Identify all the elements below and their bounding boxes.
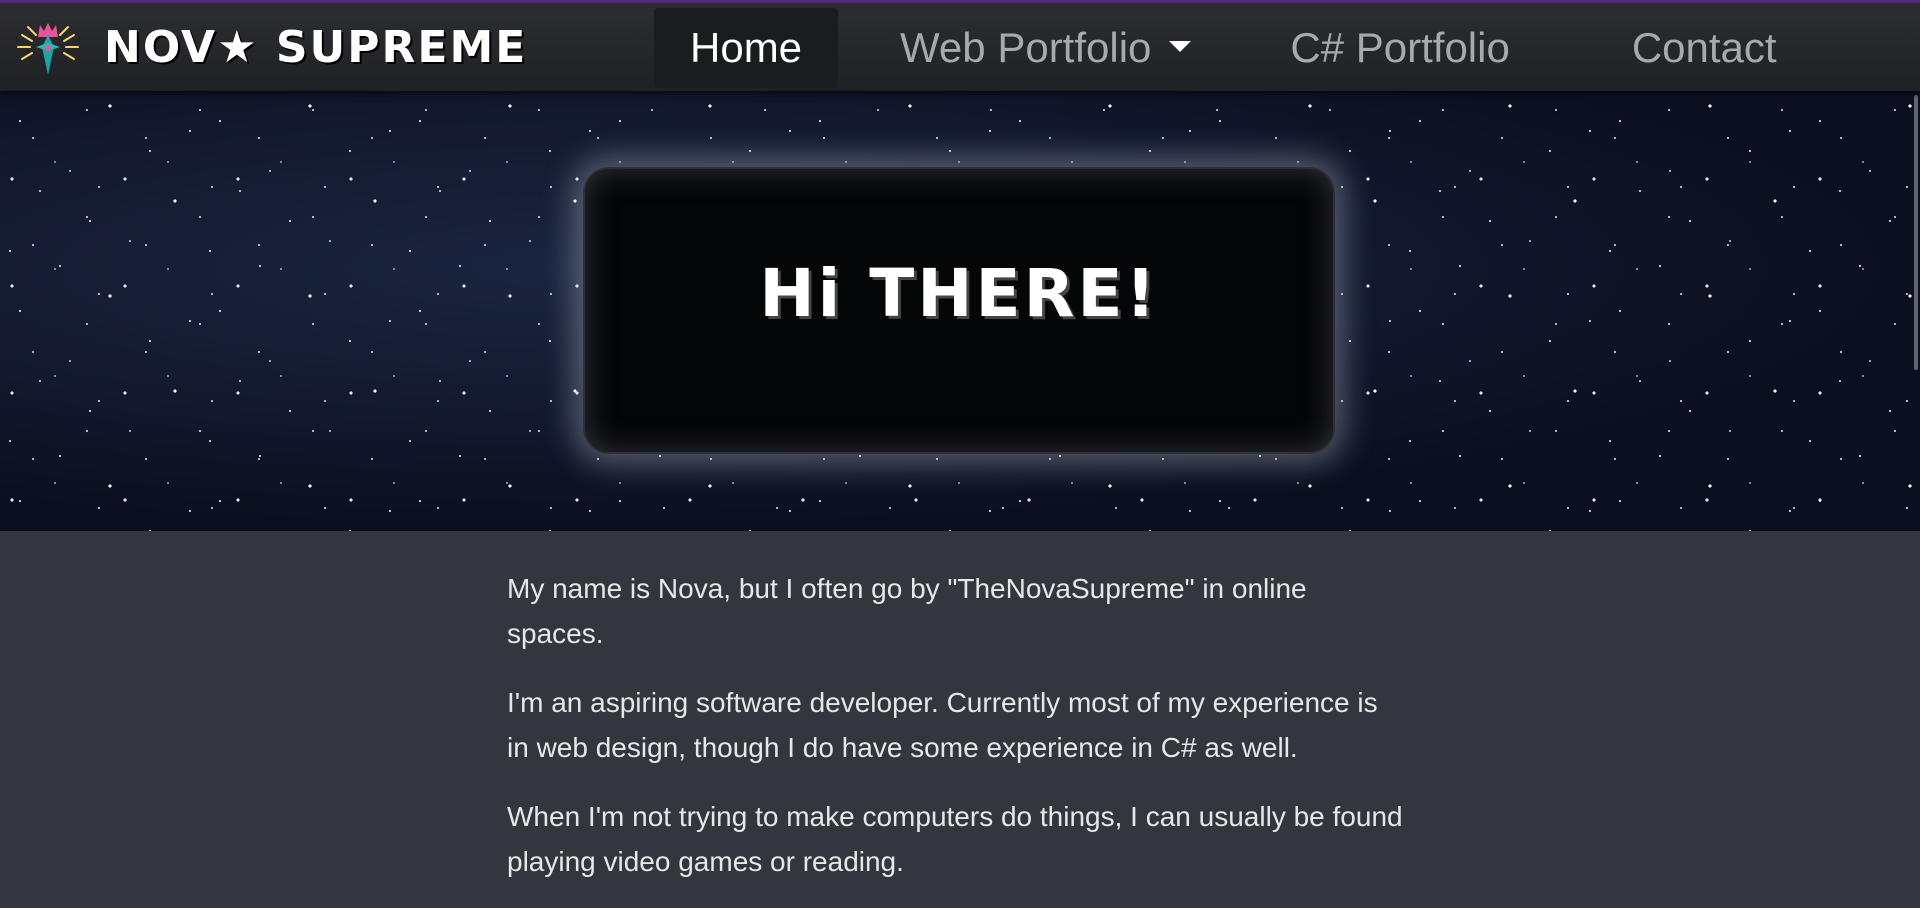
brand-link[interactable]: NOV★ SUPREME — [10, 15, 527, 79]
navbar: NOV★ SUPREME Home Web Portfolio C# Portf… — [0, 3, 1920, 91]
about-paragraph: I'm an aspiring software developer. Curr… — [507, 687, 1378, 763]
hero-title: Hi THERE! — [759, 254, 1159, 332]
nav-item-label: Contact — [1631, 24, 1777, 71]
hero-banner: Hi THERE! — [0, 91, 1920, 531]
nav-item-contact[interactable]: Contact — [1565, 8, 1813, 88]
about-paragraph: My name is Nova, but I often go by "TheN… — [507, 573, 1307, 649]
about-paragraph: When I'm not trying to make computers do… — [507, 801, 1403, 877]
nav-item-label: C# Portfolio — [1290, 24, 1510, 71]
nav-item-home[interactable]: Home — [654, 8, 839, 88]
nav-menu: Home Web Portfolio C# Portfolio Contact — [654, 8, 1813, 88]
nav-item-csharp-portfolio[interactable]: C# Portfolio — [1235, 8, 1564, 88]
nav-item-label: Home — [690, 24, 803, 71]
hero-card: Hi THERE! — [583, 167, 1335, 454]
nav-item-web-portfolio[interactable]: Web Portfolio — [838, 8, 1235, 88]
caret-down-icon — [1169, 40, 1192, 52]
nav-item-label: Web Portfolio — [900, 24, 1152, 71]
crowned-star-logo-icon — [17, 23, 79, 75]
scrollbar-thumb[interactable] — [1914, 95, 1918, 370]
brand-name: NOV★ SUPREME — [104, 21, 528, 73]
about-section: My name is Nova, but I often go by "TheN… — [507, 566, 1407, 908]
